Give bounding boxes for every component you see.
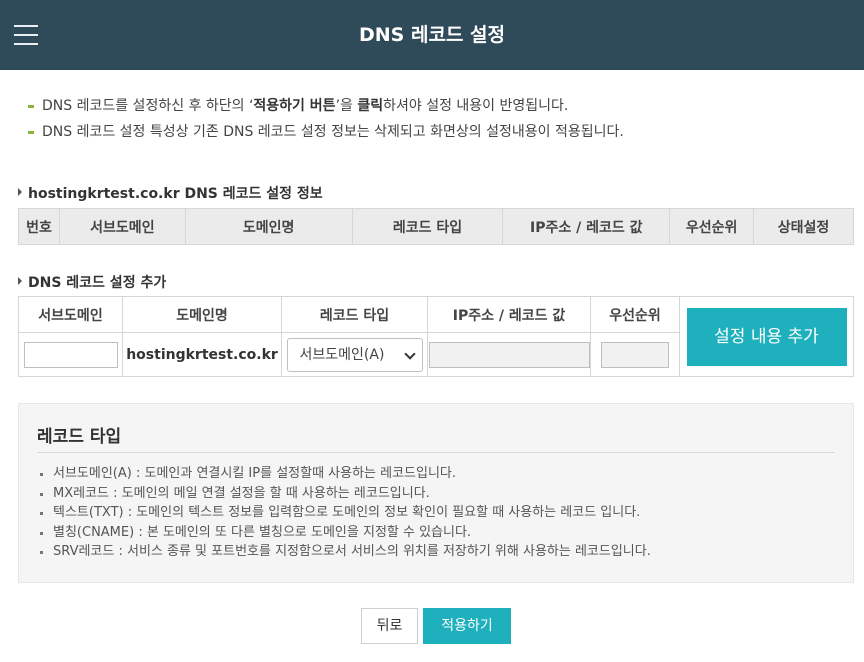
domain-name-text: hostingkrtest.co.kr bbox=[126, 346, 278, 363]
record-type-help-box: 레코드 타입 서브도메인(A) : 도메인과 연결시킬 IP를 설정할때 사용하… bbox=[18, 403, 854, 583]
add-button-cell: 설정 내용 추가 bbox=[679, 296, 854, 377]
column-header: 도메인명 bbox=[122, 296, 282, 333]
divider bbox=[37, 452, 835, 453]
dns-record-info-table: 번호 서브도메인 도메인명 레코드 타입 IP주소 / 레코드 값 우선순위 상… bbox=[18, 208, 854, 245]
ip-value-cell bbox=[427, 332, 591, 377]
column-header: IP주소 / 레코드 값 bbox=[427, 296, 591, 333]
back-button[interactable]: 뒤로 bbox=[361, 608, 418, 644]
page-title: DNS 레코드 설정 bbox=[359, 24, 505, 46]
chevron-down-icon bbox=[403, 347, 416, 360]
priority-cell bbox=[590, 332, 680, 377]
list-item: 서브도메인(A) : 도메인과 연결시킬 IP를 설정할때 사용하는 레코드입니… bbox=[37, 464, 847, 484]
list-item: SRV레코드 : 서비스 종류 및 포트번호를 지정함으로서 서비스의 위치를 … bbox=[37, 542, 847, 562]
subdomain-cell bbox=[18, 332, 123, 377]
record-type-help-list: 서브도메인(A) : 도메인과 연결시킬 IP를 설정할때 사용하는 레코드입니… bbox=[37, 464, 847, 562]
list-item: 별칭(CNAME) : 본 도메인의 또 다른 별칭으로 도메인을 지정할 수 … bbox=[37, 523, 847, 543]
bullet-icon bbox=[28, 105, 34, 108]
record-type-cell: 서브도메인(A) bbox=[281, 332, 428, 377]
apply-button[interactable]: 적용하기 bbox=[423, 608, 511, 644]
add-section-title: DNS 레코드 설정 추가 bbox=[18, 272, 166, 292]
column-header: 우선순위 bbox=[590, 296, 680, 333]
ip-value-input[interactable] bbox=[428, 341, 590, 368]
add-setting-button[interactable]: 설정 내용 추가 bbox=[686, 307, 847, 366]
list-item: MX레코드 : 도메인의 메일 연결 설정을 할 때 사용하는 레코드입니다. bbox=[37, 484, 847, 504]
table-header-row: 서브도메인 도메인명 레코드 타입 IP주소 / 레코드 값 우선순위 설정 내… bbox=[18, 296, 854, 377]
caret-right-icon bbox=[18, 188, 22, 196]
priority-input[interactable] bbox=[601, 341, 669, 368]
record-type-help-title: 레코드 타입 bbox=[37, 427, 122, 447]
column-header: 서브도메인 bbox=[18, 296, 123, 333]
record-type-select[interactable]: 서브도메인(A) bbox=[286, 337, 423, 372]
list-item: 텍스트(TXT) : 도메인의 텍스트 정보를 입력함으로 도메인의 정보 확인… bbox=[37, 503, 847, 523]
caret-right-icon bbox=[18, 277, 22, 285]
info-section-title: hostingkrtest.co.kr DNS 레코드 설정 정보 bbox=[18, 183, 323, 203]
column-header: 우선순위 bbox=[669, 208, 755, 245]
notice-line-1: DNS 레코드를 설정하신 후 하단의 ‘적용하기 버튼’을 클릭하셔야 설정 … bbox=[28, 96, 848, 122]
column-header: 번호 bbox=[18, 208, 60, 245]
table-header-row: 번호 서브도메인 도메인명 레코드 타입 IP주소 / 레코드 값 우선순위 상… bbox=[18, 208, 854, 245]
bullet-icon bbox=[28, 131, 34, 134]
notice-line-2: DNS 레코드 설정 특성상 기존 DNS 레코드 설정 정보는 삭제되고 화면… bbox=[28, 122, 848, 148]
domain-name-cell: hostingkrtest.co.kr bbox=[122, 332, 282, 377]
top-header: DNS 레코드 설정 bbox=[0, 0, 864, 70]
column-header: IP주소 / 레코드 값 bbox=[502, 208, 671, 245]
column-header: 상태설정 bbox=[753, 208, 854, 245]
subdomain-input[interactable] bbox=[23, 341, 118, 368]
column-header: 도메인명 bbox=[184, 208, 353, 245]
column-header: 레코드 타입 bbox=[351, 208, 504, 245]
record-type-selected-value: 서브도메인(A) bbox=[299, 346, 385, 363]
notice-list: DNS 레코드를 설정하신 후 하단의 ‘적용하기 버튼’을 클릭하셔야 설정 … bbox=[28, 96, 848, 148]
column-header: 서브도메인 bbox=[58, 208, 186, 245]
column-header: 레코드 타입 bbox=[281, 296, 428, 333]
dns-record-add-table: 서브도메인 도메인명 레코드 타입 IP주소 / 레코드 값 우선순위 설정 내… bbox=[18, 296, 854, 377]
